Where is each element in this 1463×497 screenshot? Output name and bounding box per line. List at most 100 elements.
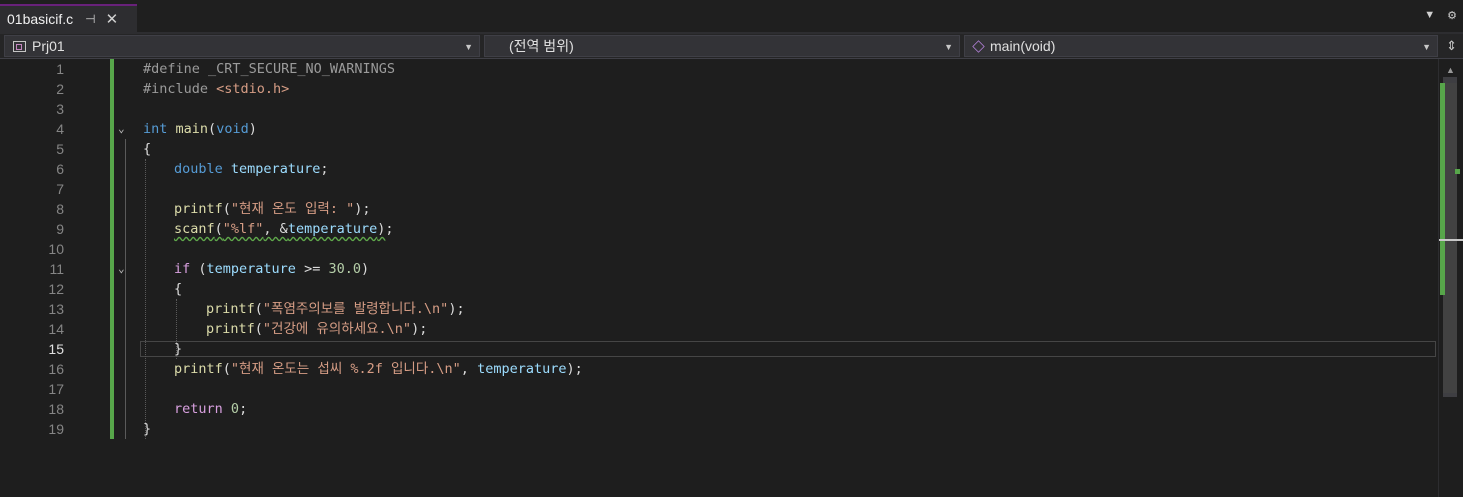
code-line[interactable]: 6 double temperature; (0, 159, 1438, 179)
line-number: 2 (56, 81, 64, 97)
code-text[interactable]: #define _CRT_SECURE_NO_WARNINGS (143, 59, 395, 79)
code-line[interactable]: 11 ⌄ if (temperature >= 30.0) (0, 259, 1438, 279)
change-marker (110, 179, 114, 199)
tab-title[interactable]: 01basicif.c (7, 11, 73, 27)
split-editor-icon[interactable]: ⇕ (1446, 38, 1457, 54)
scrollbar-thumb[interactable] (1443, 83, 1457, 393)
code-text[interactable]: printf("현재 온도 입력: "); (174, 199, 370, 219)
code-text[interactable]: return 0; (174, 399, 247, 419)
code-line[interactable]: 12 { (0, 279, 1438, 299)
line-number: 4 (56, 121, 64, 137)
change-marker (110, 259, 114, 279)
code-text[interactable]: { (174, 279, 182, 299)
change-overview-dot (1455, 169, 1460, 174)
code-line[interactable]: 7 (0, 179, 1438, 199)
chevron-down-icon[interactable]: ▼ (464, 42, 473, 52)
code-text[interactable]: printf("건강에 유의하세요.\n"); (206, 319, 427, 339)
chevron-down-icon[interactable]: ▼ (1422, 42, 1431, 52)
collapse-chevron-icon[interactable]: ⌄ (118, 259, 130, 279)
change-marker (110, 119, 114, 139)
line-number: 17 (48, 381, 64, 397)
change-marker (110, 419, 114, 439)
change-marker (110, 239, 114, 259)
change-marker (110, 199, 114, 219)
line-number: 18 (48, 401, 64, 417)
code-text[interactable]: } (174, 339, 182, 359)
caret-position-marker (1439, 239, 1463, 241)
change-marker (110, 219, 114, 239)
code-line[interactable]: 10 (0, 239, 1438, 259)
code-line[interactable]: 16 printf("현재 온도는 섭씨 %.2f 입니다.\n", tempe… (0, 359, 1438, 379)
code-line[interactable]: 15 } (0, 339, 1438, 359)
change-marker (110, 159, 114, 179)
line-number: 19 (48, 421, 64, 437)
line-number: 1 (56, 61, 64, 77)
change-marker (110, 79, 114, 99)
code-editor[interactable]: 1 #define _CRT_SECURE_NO_WARNINGS 2 #inc… (0, 59, 1438, 497)
change-overview-marker (1440, 83, 1445, 295)
chevron-down-icon[interactable]: ▼ (1424, 9, 1435, 22)
code-text[interactable]: scanf("%lf", &temperature); (174, 219, 394, 239)
code-line[interactable]: 19 } (0, 419, 1438, 439)
member-dropdown[interactable]: main(void) ▼ (964, 35, 1438, 57)
gear-icon[interactable]: ⚙ (1447, 9, 1457, 22)
document-tab-strip: 01basicif.c ⊣ ✕ ▼ ⚙ (0, 0, 1463, 34)
line-number: 6 (56, 161, 64, 177)
line-number: 10 (48, 241, 64, 257)
tabstrip-controls: ▼ ⚙ (1424, 9, 1457, 22)
change-marker (110, 279, 114, 299)
code-line[interactable]: 4 ⌄ int main(void) (0, 119, 1438, 139)
line-number: 8 (56, 201, 64, 217)
close-icon[interactable]: ✕ (106, 10, 119, 28)
code-line[interactable]: 1 #define _CRT_SECURE_NO_WARNINGS (0, 59, 1438, 79)
code-text[interactable]: #include <stdio.h> (143, 79, 289, 99)
code-line[interactable]: 13 printf("폭염주의보를 발령합니다.\n"); (0, 299, 1438, 319)
line-number: 9 (56, 221, 64, 237)
line-number: 5 (56, 141, 64, 157)
member-label: main(void) (990, 38, 1056, 54)
project-label: Prj01 (32, 38, 65, 54)
navigation-bar: Prj01 ▼ (전역 범위) ▼ main(void) ▼ ⇕ (0, 34, 1463, 59)
code-line[interactable]: 17 (0, 379, 1438, 399)
code-text[interactable]: } (143, 419, 151, 439)
code-line[interactable]: 9 scanf("%lf", &temperature); (0, 219, 1438, 239)
pin-icon[interactable]: ⊣ (85, 12, 95, 26)
code-text[interactable]: int main(void) (143, 119, 257, 139)
change-marker (110, 319, 114, 339)
collapse-chevron-icon[interactable]: ⌄ (118, 119, 130, 139)
code-line[interactable]: 5 { (0, 139, 1438, 159)
line-number: 13 (48, 301, 64, 317)
code-text[interactable]: printf("현재 온도는 섭씨 %.2f 입니다.\n", temperat… (174, 359, 583, 379)
line-number: 12 (48, 281, 64, 297)
code-line[interactable]: 18 return 0; (0, 399, 1438, 419)
line-number: 7 (56, 181, 64, 197)
code-text[interactable]: { (143, 139, 151, 159)
vertical-scrollbar[interactable]: ▲ (1438, 59, 1463, 497)
code-line[interactable]: 8 printf("현재 온도 입력: "); (0, 199, 1438, 219)
line-number: 3 (56, 101, 64, 117)
code-text[interactable]: printf("폭염주의보를 발령합니다.\n"); (206, 299, 465, 319)
code-text[interactable]: if (temperature >= 30.0) (174, 259, 369, 279)
change-marker (110, 299, 114, 319)
project-dropdown[interactable]: Prj01 ▼ (4, 35, 480, 57)
change-marker (110, 399, 114, 419)
scope-dropdown[interactable]: (전역 범위) ▼ (484, 35, 960, 57)
code-line[interactable]: 3 (0, 99, 1438, 119)
document-tab[interactable]: 01basicif.c ⊣ ✕ (0, 4, 137, 32)
scroll-up-icon[interactable]: ▲ (1446, 65, 1455, 75)
project-icon (13, 40, 26, 52)
change-marker (110, 59, 114, 79)
chevron-down-icon[interactable]: ▼ (944, 42, 953, 52)
code-line[interactable]: 2 #include <stdio.h> (0, 79, 1438, 99)
change-marker (110, 379, 114, 399)
code-text[interactable]: double temperature; (174, 159, 328, 179)
line-number: 14 (48, 321, 64, 337)
line-number: 16 (48, 361, 64, 377)
scope-label: (전역 범위) (509, 38, 574, 54)
function-icon (972, 39, 985, 53)
line-number: 11 (49, 261, 64, 277)
line-number: 15 (48, 341, 64, 357)
change-marker (110, 99, 114, 119)
change-marker (110, 339, 114, 359)
code-line[interactable]: 14 printf("건강에 유의하세요.\n"); (0, 319, 1438, 339)
